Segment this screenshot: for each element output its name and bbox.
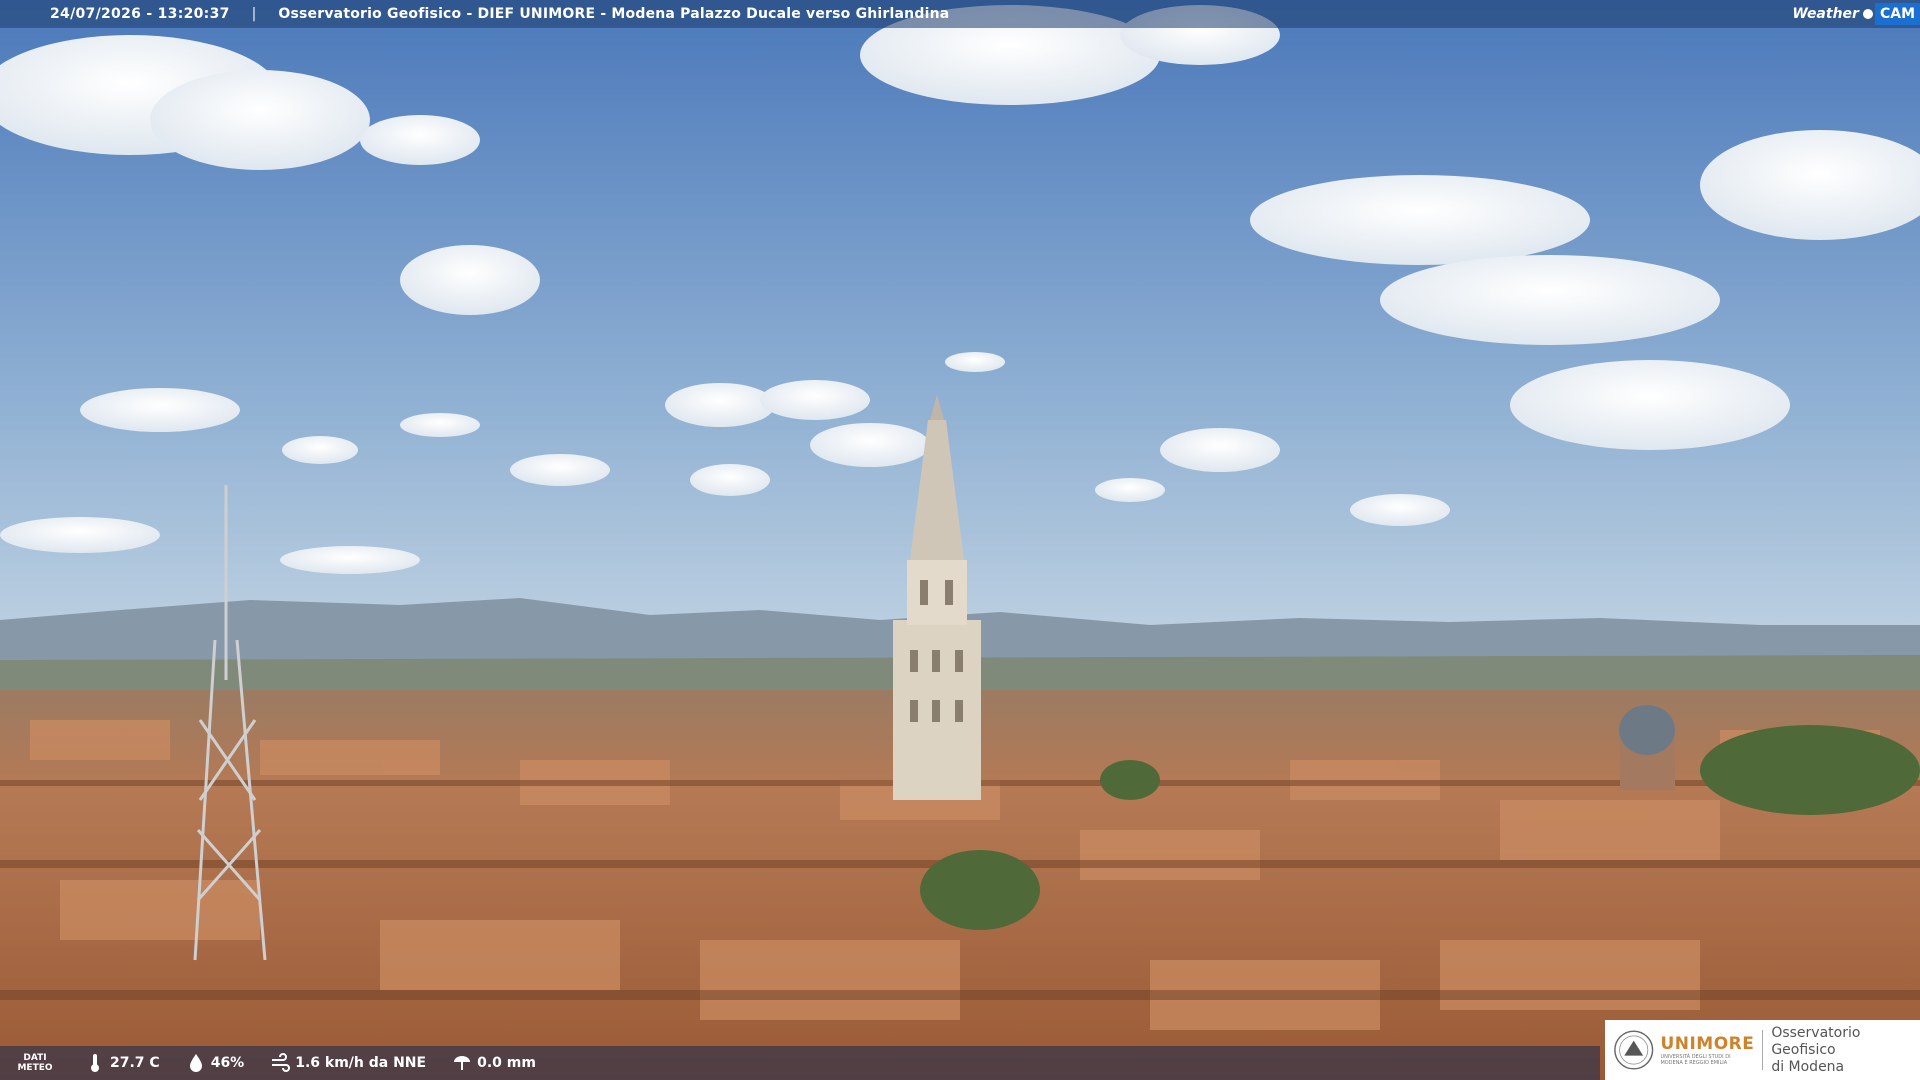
wind-icon xyxy=(270,1053,291,1073)
humidity-value: 46% xyxy=(210,1055,245,1071)
brand-cam-text: CAM xyxy=(1874,3,1920,25)
weather-data-label: DATI METEO xyxy=(15,1053,55,1073)
wind-metric: 1.6 km/h da NNE xyxy=(270,1053,426,1073)
observatory-line2: di Modena xyxy=(1771,1058,1845,1075)
unimore-name: UNIMORE xyxy=(1660,1034,1754,1054)
unimore-seal-icon xyxy=(1614,1030,1654,1070)
weather-label-line1: DATI xyxy=(23,1053,47,1063)
rain-value: 0.0 mm xyxy=(477,1055,536,1071)
webcam-scene xyxy=(0,0,1920,1080)
brand-weather-text: Weather xyxy=(1792,6,1859,22)
weathercam-logo: Weather CAM xyxy=(1792,0,1920,28)
thermometer-icon xyxy=(85,1053,105,1073)
unimore-prefix: UNI xyxy=(1660,1034,1697,1054)
rain-metric: 0.0 mm xyxy=(452,1053,536,1073)
unimore-subtitle-2: MODENA E REGGIO EMILIA xyxy=(1660,1060,1728,1066)
logo-divider xyxy=(1762,1030,1764,1070)
observatory-line1: Osservatorio Geofisico xyxy=(1771,1024,1861,1058)
wind-value: 1.6 km/h da NNE xyxy=(295,1055,427,1071)
humidity-drop-icon xyxy=(186,1053,206,1073)
unimore-wordmark: UNIMORE UNIVERSITÀ DEGLI STUDI DI MODENA… xyxy=(1660,1034,1754,1066)
dome xyxy=(1619,705,1675,790)
temperature-metric: 27.7 C xyxy=(85,1053,160,1073)
weather-label-line2: METEO xyxy=(17,1063,53,1073)
observatory-name: Osservatorio Geofisico di Modena xyxy=(1771,1025,1920,1076)
humidity-metric: 46% xyxy=(186,1053,245,1073)
temperature-value: 27.7 C xyxy=(110,1055,160,1071)
unimore-observatory-logo: UNIMORE UNIVERSITÀ DEGLI STUDI DI MODENA… xyxy=(1605,1020,1920,1080)
camera-title: Osservatorio Geofisico - DIEF UNIMORE - … xyxy=(278,6,950,22)
brand-dot-icon xyxy=(1862,9,1873,19)
rain-icon xyxy=(452,1053,472,1073)
timestamp: 24/07/2026 - 13:20:37 xyxy=(50,6,230,22)
unimore-suffix: MORE xyxy=(1696,1034,1755,1054)
webcam-header-bar: 24/07/2026 - 13:20:37 | Osservatorio Geo… xyxy=(0,0,1920,28)
weather-data-bar: DATI METEO 27.7 C 46% 1.6 km/h da NNE 0.… xyxy=(0,1046,1600,1080)
header-separator: | xyxy=(251,6,257,22)
